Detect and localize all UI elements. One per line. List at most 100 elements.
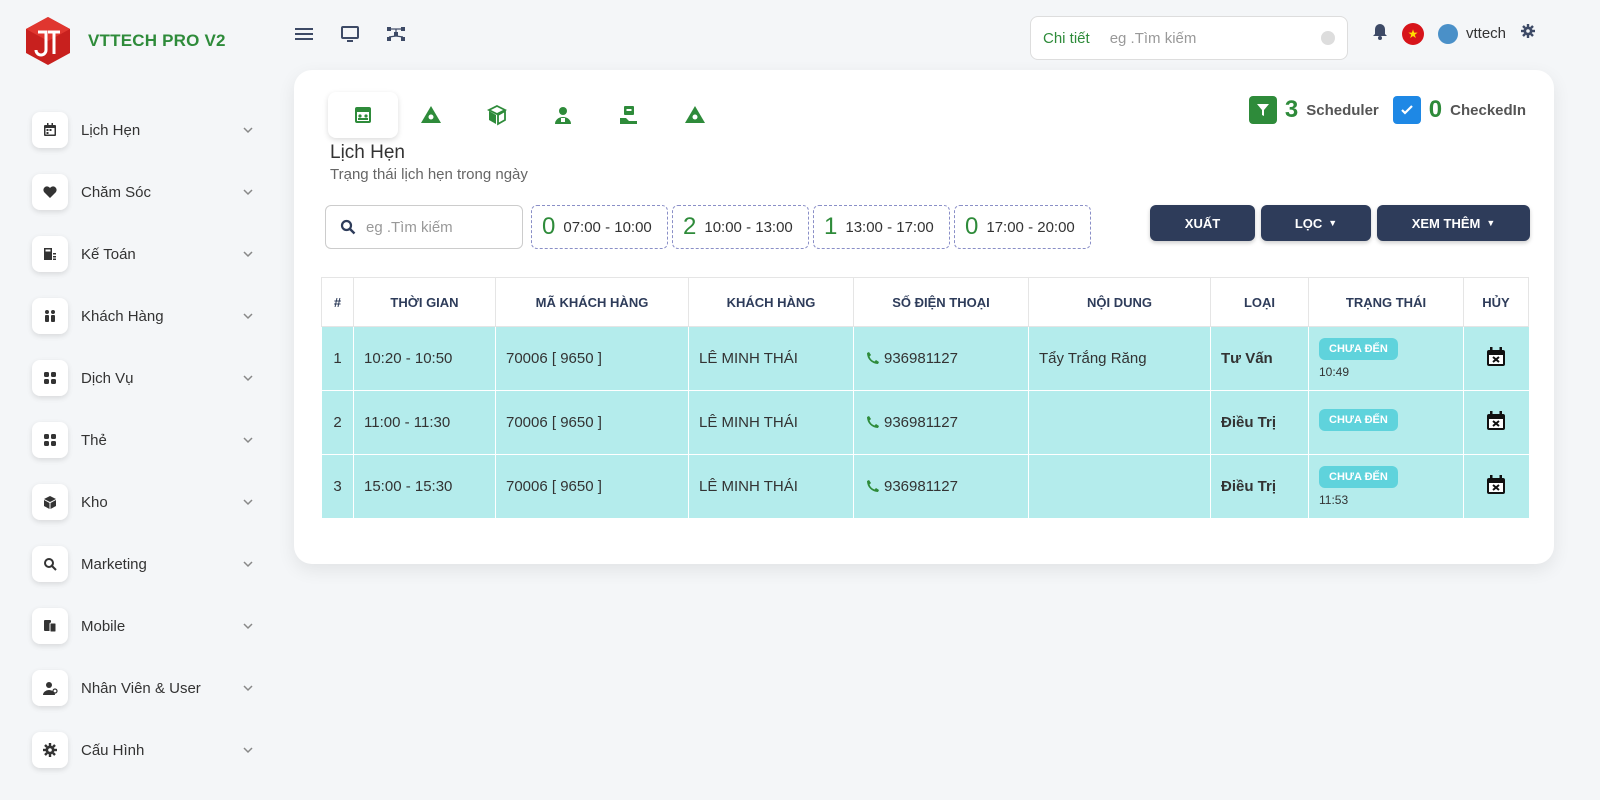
phone-number[interactable]: 936981127 [884, 478, 958, 495]
tab-care[interactable] [596, 92, 662, 138]
checked-label: CheckedIn [1450, 101, 1526, 119]
menu-icon[interactable] [292, 24, 316, 44]
cancel-cell [1463, 326, 1529, 391]
filter-button[interactable]: LỌC ▼ [1261, 205, 1371, 241]
status-badge: CHƯA ĐẾN [1319, 466, 1398, 488]
sidebar-item-label: Kho [81, 493, 108, 511]
chevron-down-icon [243, 189, 253, 196]
clear-icon[interactable] [1321, 31, 1335, 45]
column-header[interactable]: NỘI DUNG [1028, 277, 1211, 327]
calendar-icon [32, 112, 68, 148]
bell-icon[interactable] [1372, 22, 1388, 45]
slot-range: 13:00 - 17:00 [845, 218, 934, 236]
customer-code-link[interactable]: 70006 [ 9650 ] [495, 390, 689, 455]
tab-calendar[interactable] [328, 92, 398, 138]
monitor-icon[interactable] [338, 24, 362, 44]
box-icon [32, 484, 68, 520]
status-badge: CHƯA ĐẾN [1319, 338, 1398, 360]
sidebar-item-ke-toan[interactable]: Kế Toán [32, 230, 254, 278]
column-header[interactable]: HỦY [1463, 277, 1529, 327]
time-slot[interactable]: 0 17:00 - 20:00 [954, 205, 1091, 249]
more-button[interactable]: XEM THÊM ▼ [1377, 205, 1530, 241]
sidebar-item-label: Mobile [81, 617, 126, 635]
table-row[interactable]: 2 11:00 - 11:30 70006 [ 9650 ] LÊ MINH T… [321, 390, 1529, 455]
main-card: Lịch Hẹn Trạng thái lịch hẹn trong ngày … [294, 70, 1554, 564]
phone-icon [867, 352, 879, 364]
network-icon[interactable] [384, 24, 408, 44]
sidebar-item-mobile[interactable]: Mobile [32, 602, 254, 650]
sidebar-item-marketing[interactable]: Marketing [32, 540, 254, 588]
chevron-down-icon [243, 499, 253, 506]
appointment-search[interactable]: eg .Tìm kiếm [325, 205, 523, 249]
column-header[interactable]: THỜI GIAN [353, 277, 496, 327]
chevron-down-icon [243, 313, 253, 320]
sidebar-item-cau-hinh[interactable]: Cấu Hình [32, 726, 254, 774]
customers-icon [32, 298, 68, 334]
caret-down-icon: ▼ [1486, 218, 1496, 228]
row-number: 1 [321, 326, 354, 391]
chevron-down-icon [243, 623, 253, 630]
status-cell: CHƯA ĐẾN 10:49 [1308, 326, 1464, 391]
column-header[interactable]: KHÁCH HÀNG [688, 277, 854, 327]
sidebar-item-the[interactable]: Thẻ [32, 416, 254, 464]
page-title: Lịch Hẹn [330, 142, 405, 163]
phone-cell[interactable]: 936981127 [853, 326, 1029, 391]
top-toolbar [292, 24, 408, 44]
sidebar-item-khach-hang[interactable]: Khách Hàng [32, 292, 254, 340]
export-label: XUẤT [1184, 215, 1221, 231]
app-logo[interactable]: VTTECH PRO V2 [24, 16, 226, 66]
filter-icon [1248, 96, 1277, 124]
column-header[interactable]: MÃ KHÁCH HÀNG [495, 277, 689, 327]
column-header[interactable]: LOẠI [1210, 277, 1309, 327]
time-slot[interactable]: 0 07:00 - 10:00 [531, 205, 668, 249]
table-row[interactable]: 3 15:00 - 15:30 70006 [ 9650 ] LÊ MINH T… [321, 454, 1529, 519]
user-area: ★ vttech [1372, 22, 1536, 45]
search-input[interactable]: eg .Tìm kiếm [1110, 30, 1321, 47]
tab-package[interactable] [464, 92, 530, 138]
card-grid-icon [32, 422, 68, 458]
tab-alert[interactable] [662, 92, 728, 138]
sidebar-item-nhan-vien-user[interactable]: Nhân Viên & User [32, 664, 254, 712]
customer-code-link[interactable]: 70006 [ 9650 ] [495, 454, 689, 519]
appointment-type: Điều Trị [1210, 390, 1309, 455]
sidebar-item-lich-hen[interactable]: Lịch Hẹn [32, 106, 254, 154]
calendar-cancel-icon[interactable] [1485, 410, 1507, 432]
cancel-cell [1463, 454, 1529, 519]
slot-range: 07:00 - 10:00 [563, 218, 652, 236]
calendar-cancel-icon[interactable] [1485, 346, 1507, 368]
calendar-cancel-icon[interactable] [1485, 474, 1507, 496]
customer-code-link[interactable]: 70006 [ 9650 ] [495, 326, 689, 391]
search-input[interactable]: eg .Tìm kiếm [366, 219, 453, 236]
tab-doctor[interactable] [530, 92, 596, 138]
counters: 3 Scheduler 0 CheckedIn [1248, 96, 1526, 124]
settings-icon[interactable] [1520, 23, 1536, 44]
appointment-content [1028, 454, 1211, 519]
flag-icon[interactable]: ★ [1402, 22, 1424, 45]
sidebar-item-kho[interactable]: Kho [32, 478, 254, 526]
doctor-icon [555, 107, 571, 124]
global-search[interactable]: Chi tiết eg .Tìm kiếm [1030, 16, 1348, 60]
phone-cell[interactable]: 936981127 [853, 454, 1029, 519]
phone-number[interactable]: 936981127 [884, 350, 958, 367]
search-mode-label[interactable]: Chi tiết [1043, 30, 1090, 47]
chevron-down-icon [243, 561, 253, 568]
username[interactable]: vttech [1466, 25, 1506, 42]
status-cell: CHƯA ĐẾN [1308, 390, 1464, 455]
sidebar-item-dich-vu[interactable]: Dịch Vụ [32, 354, 254, 402]
table-row[interactable]: 1 10:20 - 10:50 70006 [ 9650 ] LÊ MINH T… [321, 326, 1529, 391]
phone-cell[interactable]: 936981127 [853, 390, 1029, 455]
export-button[interactable]: XUẤT [1150, 205, 1255, 241]
customer-name: LÊ MINH THÁI [688, 326, 854, 391]
status-badge: CHƯA ĐẾN [1319, 409, 1398, 431]
column-header[interactable]: TRẠNG THÁI [1308, 277, 1464, 327]
tab-warning[interactable] [398, 92, 464, 138]
column-header[interactable]: # [321, 277, 354, 327]
phone-icon [867, 416, 879, 428]
time-slot[interactable]: 2 10:00 - 13:00 [672, 205, 809, 249]
column-header[interactable]: SỐ ĐIỆN THOẠI [853, 277, 1029, 327]
sidebar-item-cham-soc[interactable]: Chăm Sóc [32, 168, 254, 216]
time-slot[interactable]: 1 13:00 - 17:00 [813, 205, 950, 249]
appointment-content: Tẩy Trắng Răng [1028, 326, 1211, 391]
avatar[interactable] [1438, 23, 1458, 44]
phone-number[interactable]: 936981127 [884, 414, 958, 431]
